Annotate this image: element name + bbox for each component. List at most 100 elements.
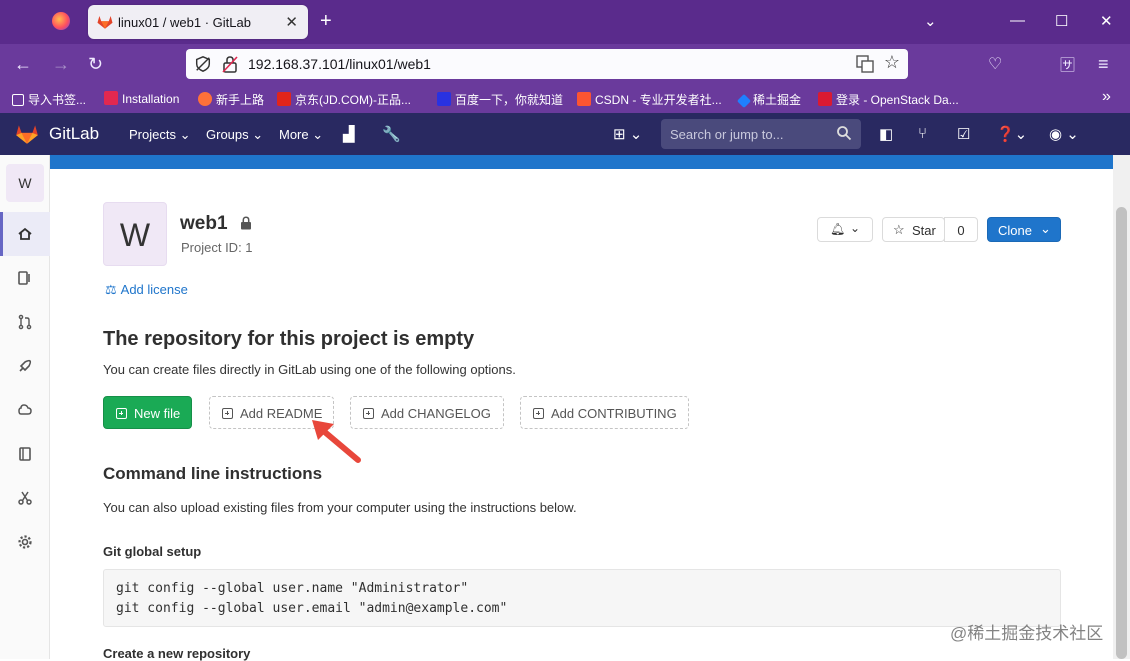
tab-title: linux01 / web1 · GitLab [118, 15, 251, 30]
juejin-icon [736, 93, 752, 109]
pocket-icon[interactable]: ♡ [988, 54, 1002, 74]
activity-chart-icon[interactable]: ▟ [343, 125, 355, 143]
tab-list-chevron-icon[interactable]: ⌄ [924, 12, 937, 30]
bookmark-item[interactable]: 导入书签... [12, 91, 86, 108]
project-sidebar: W [0, 155, 50, 659]
add-contributing-button[interactable]: Add CONTRIBUTING [520, 396, 689, 429]
user-avatar-dropdown[interactable]: ◉ ⌄ [1049, 125, 1079, 143]
bookmark-item[interactable]: 新手上路 [198, 91, 264, 108]
groups-menu[interactable]: Groups ⌄ [206, 127, 263, 143]
browser-tab-active[interactable]: linux01 / web1 · GitLab ✕ [88, 5, 308, 39]
search-placeholder: Search or jump to... [670, 127, 784, 142]
notification-dropdown[interactable]: 🔔︎ ⌄ [817, 217, 873, 242]
csdn-icon [577, 92, 591, 106]
merge-request-icon [18, 314, 32, 330]
scrollbar-thumb[interactable] [1116, 207, 1127, 659]
plus-square-icon [533, 406, 550, 421]
new-tab-icon[interactable]: + [320, 10, 332, 32]
rocket-icon [19, 359, 32, 372]
more-menu[interactable]: More ⌄ [279, 127, 323, 143]
star-button[interactable]: ☆ Star [882, 217, 945, 242]
bookmarks-overflow-icon[interactable]: » [1102, 88, 1111, 106]
cli-description: You can also upload existing files from … [103, 500, 577, 515]
app-menu-icon[interactable]: ≡ [1098, 54, 1109, 75]
bookmark-star-icon[interactable]: ☆ [884, 52, 900, 73]
scale-icon: ⚖ [105, 282, 117, 297]
star-icon: ☆ [893, 222, 905, 237]
bookmark-item[interactable]: 京东(JD.COM)-正品... [277, 91, 411, 108]
url-text: 192.168.37.101/linux01/web1 [248, 56, 431, 72]
git-setup-code-block[interactable]: git config --global user.name "Administr… [103, 569, 1061, 627]
watermark: @稀土掘金技术社区 [950, 624, 1104, 643]
cli-heading: Command line instructions [103, 464, 323, 483]
home-icon [18, 227, 32, 240]
new-file-button[interactable]: New file [103, 396, 192, 429]
empty-repo-heading: The repository for this project is empty [103, 328, 475, 350]
projects-menu[interactable]: Projects ⌄ [129, 127, 190, 143]
bookmark-item[interactable]: 登录 - OpenStack Da... [818, 91, 959, 108]
bell-icon: 🔔︎ [830, 222, 846, 236]
project-id: Project ID: 1 [181, 240, 253, 255]
insecure-lock-icon[interactable] [222, 55, 238, 73]
search-input[interactable]: Search or jump to... [661, 119, 861, 149]
chevron-down-icon: ⌄ [850, 221, 861, 235]
back-icon[interactable]: ← [14, 54, 32, 75]
annotation-arrow-icon [312, 420, 361, 463]
add-license-link[interactable]: ⚖ Add license [105, 282, 188, 298]
sidebar-item-operations[interactable] [0, 388, 50, 432]
forward-icon[interactable]: → [52, 54, 70, 75]
clone-button[interactable]: Clone ⌄ [987, 217, 1061, 242]
sidebar-item-ci-cd[interactable] [0, 344, 50, 388]
bookmark-item[interactable]: 百度一下，你就知道 [437, 91, 563, 108]
firefox-icon[interactable] [52, 12, 70, 30]
page-scrollbar[interactable] [1113, 155, 1130, 659]
zotero-icon [104, 91, 118, 105]
project-avatar: W [103, 202, 167, 266]
project-avatar-small[interactable]: W [6, 164, 44, 202]
new-dropdown-icon[interactable]: ⊞ ⌄ [613, 125, 642, 143]
gitlab-brand[interactable]: GitLab [49, 124, 99, 144]
sidebar-item-repository[interactable] [0, 256, 50, 300]
jd-icon [277, 92, 291, 106]
help-icon[interactable]: ❓⌄ [996, 125, 1027, 143]
reload-icon[interactable]: ↻ [88, 54, 103, 75]
issues-icon[interactable]: ◧ [879, 125, 893, 143]
plus-square-icon [116, 406, 133, 421]
admin-wrench-icon[interactable]: 🔧 [382, 125, 401, 143]
bookmark-item[interactable]: 稀土掘金 [736, 91, 801, 109]
bookmark-item[interactable]: Installation [104, 91, 179, 106]
sidebar-item-snippets[interactable] [0, 476, 50, 520]
minimize-icon[interactable]: — [1010, 12, 1025, 29]
todos-icon[interactable]: ☑ [957, 125, 970, 143]
empty-repo-description: You can create files directly in GitLab … [103, 362, 516, 377]
address-bar[interactable]: 192.168.37.101/linux01/web1 ☆ [186, 49, 908, 79]
bookmark-item[interactable]: CSDN - 专业开发者社... [577, 91, 722, 108]
browser-tab-strip: linux01 / web1 · GitLab ✕ + ⌄ — ☐ ✕ [0, 0, 1130, 44]
chevron-down-icon: ⌄ [1040, 221, 1051, 236]
private-lock-icon [241, 216, 251, 230]
star-count[interactable]: 0 [944, 217, 978, 242]
broadcast-banner [50, 155, 1113, 169]
import-icon [12, 94, 24, 106]
plus-square-icon [222, 406, 239, 421]
merge-requests-icon[interactable]: ⑂ [918, 125, 927, 142]
repository-icon [18, 271, 30, 285]
close-window-icon[interactable]: ✕ [1100, 12, 1113, 30]
translate-icon[interactable] [856, 55, 874, 73]
sidebar-item-wiki[interactable] [0, 432, 50, 476]
sidebar-item-settings[interactable] [0, 520, 50, 564]
add-changelog-button[interactable]: Add CHANGELOG [350, 396, 504, 429]
sidebar-item-merge-requests[interactable] [0, 300, 50, 344]
bookmarks-bar: 导入书签... Installation 新手上路 京东(JD.COM)-正品.… [0, 86, 1130, 113]
firefox-bookmark-icon [198, 92, 212, 106]
project-title: web1 [180, 213, 228, 234]
scissors-icon [18, 491, 32, 505]
gitlab-top-nav: GitLab Projects ⌄ Groups ⌄ More ⌄ ▟ 🔧 ⊞ … [0, 113, 1130, 155]
gitlab-logo-icon[interactable] [14, 121, 40, 147]
sidebar-item-project-overview[interactable] [0, 212, 50, 256]
close-tab-icon[interactable]: ✕ [285, 13, 298, 31]
translate-extension-icon[interactable]: 🈂 [1060, 54, 1075, 75]
tracking-protection-icon[interactable] [194, 55, 212, 73]
maximize-icon[interactable]: ☐ [1055, 12, 1068, 30]
baidu-icon [437, 92, 451, 106]
